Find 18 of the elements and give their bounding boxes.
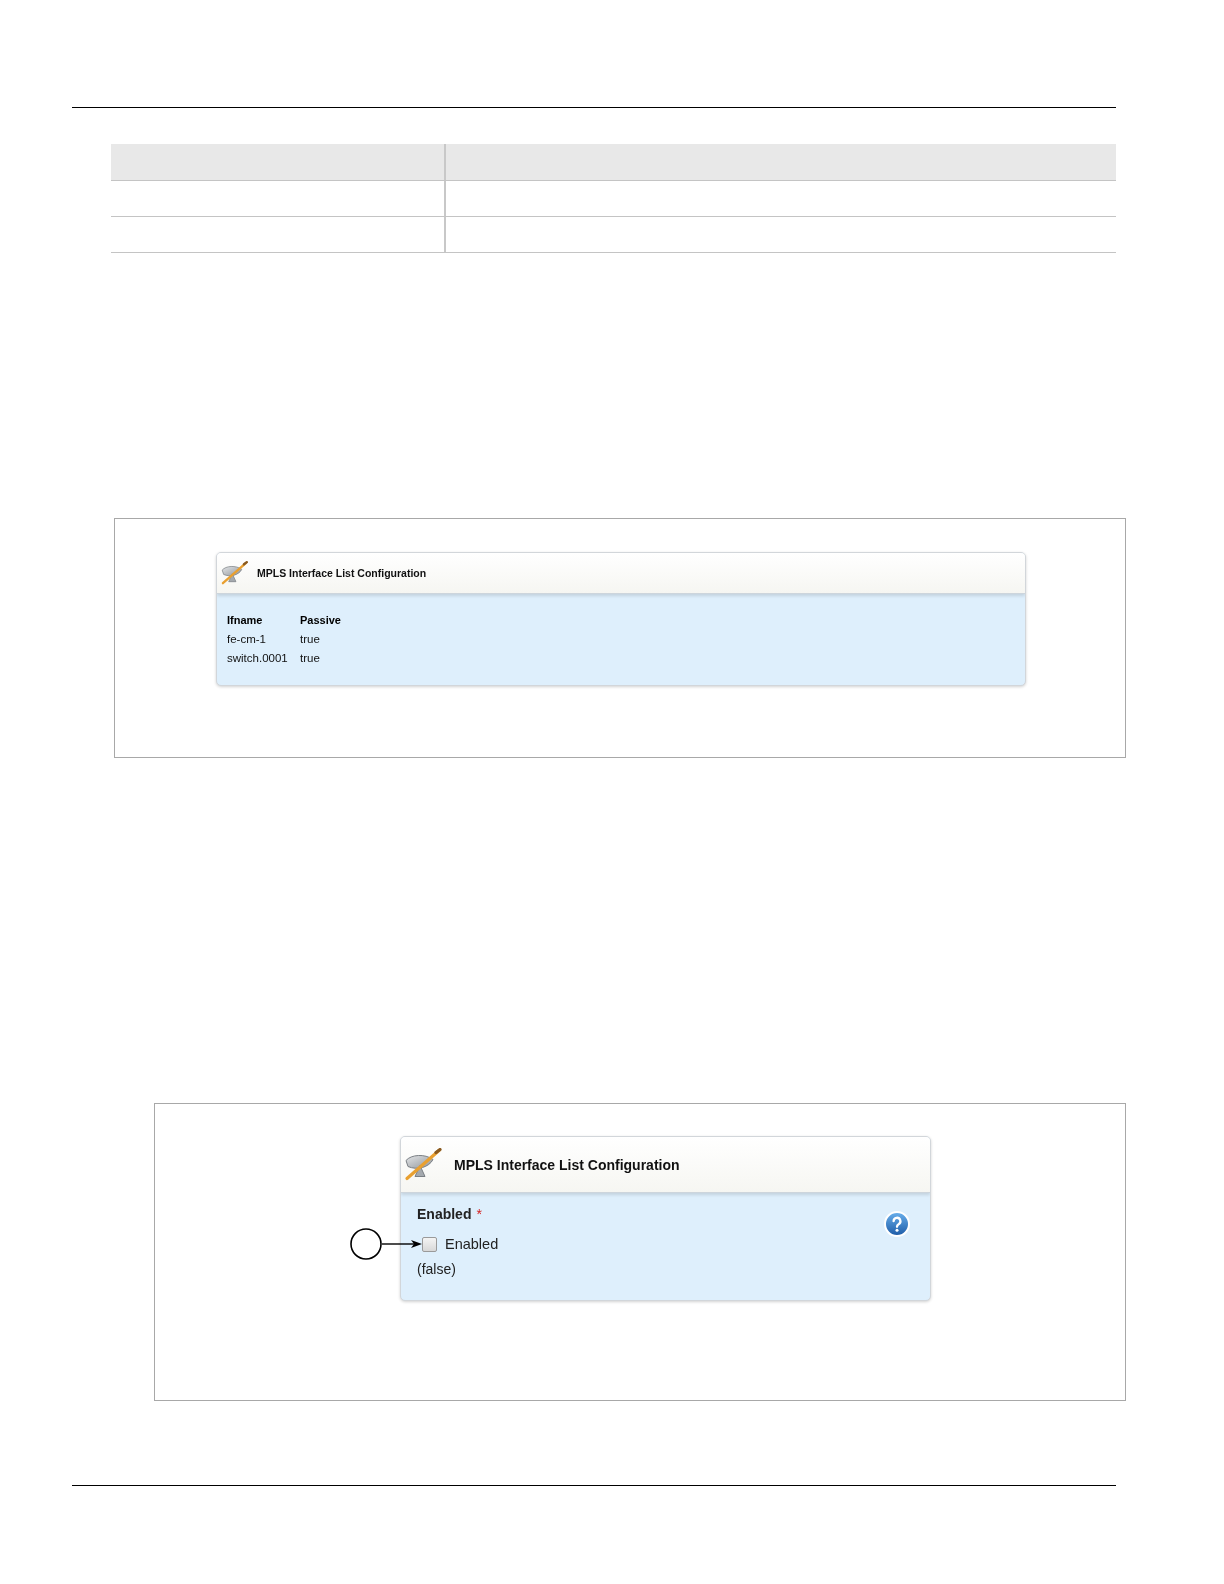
callout-circle: [350, 1228, 382, 1260]
current-value: (false): [417, 1260, 456, 1278]
column-header: Passive: [300, 613, 341, 626]
checkbox[interactable]: [422, 1236, 437, 1252]
table-cell: switch.0001: [227, 651, 288, 664]
checkbox-label[interactable]: Enabled: [445, 1236, 499, 1252]
panel-title: MPLS Interface List Configuration: [257, 567, 427, 579]
leader-arrow: [381, 1240, 422, 1248]
help-icon[interactable]: [884, 1211, 910, 1237]
field-label: Enabled: [417, 1205, 472, 1223]
table-cell: true: [300, 651, 320, 664]
dish-pencil-icon: [220, 561, 249, 585]
dish-pencil-icon: [403, 1148, 443, 1181]
panel-title: MPLS Interface List Configuration: [454, 1156, 680, 1173]
table-cell: true: [300, 632, 320, 645]
table-cell: fe-cm-1: [227, 632, 266, 645]
column-header: Ifname: [227, 613, 263, 626]
required-mark: *: [476, 1205, 482, 1223]
